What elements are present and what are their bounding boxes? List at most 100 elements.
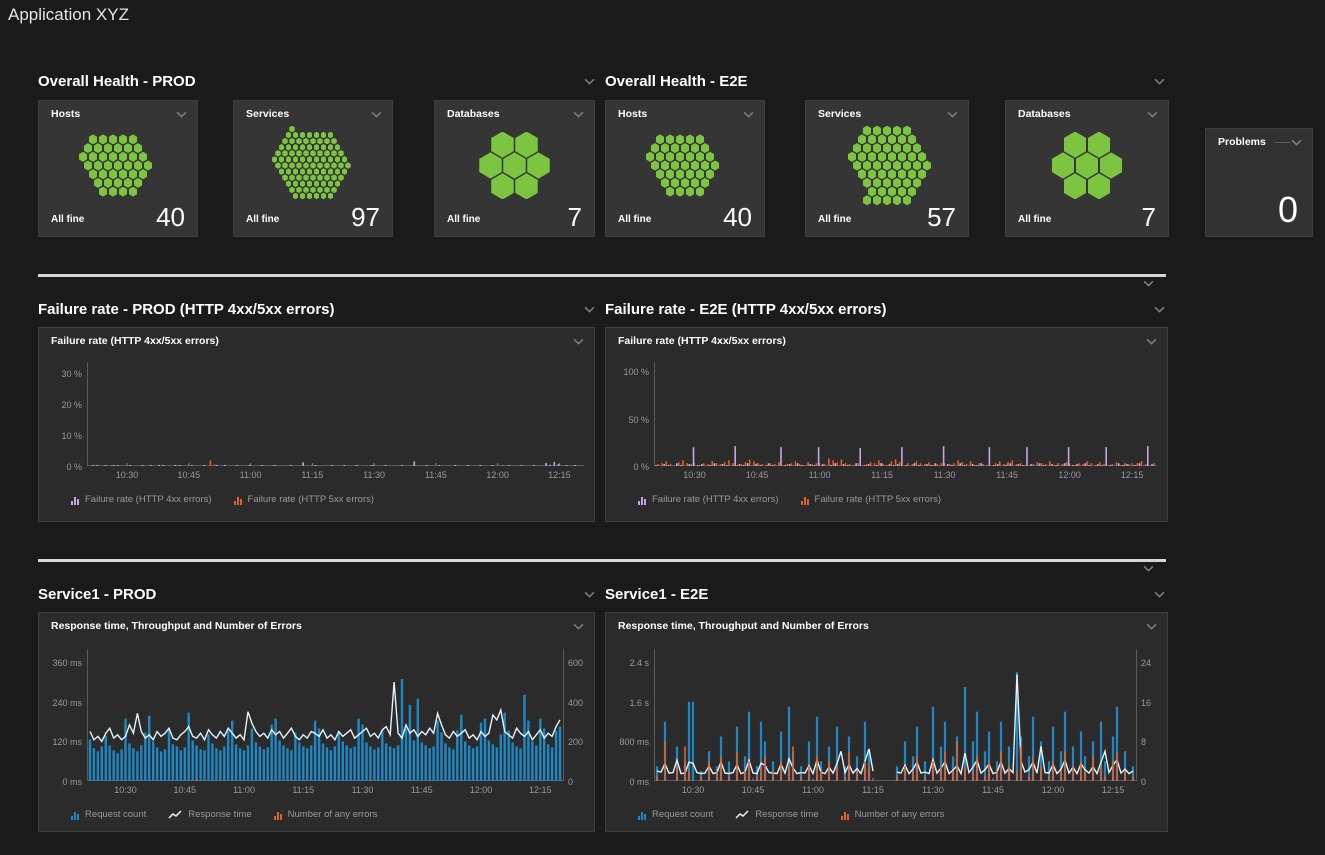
- section-header-failure-prod: Failure rate - PROD (HTTP 4xx/5xx errors…: [38, 299, 595, 319]
- hexagon: [863, 160, 872, 170]
- tile-services-prod[interactable]: Services All fine 97: [233, 100, 393, 237]
- chevron-down-icon[interactable]: [1143, 280, 1154, 287]
- hexagon: [109, 187, 118, 197]
- y-axis-label: 400: [568, 698, 583, 708]
- hexagon: [331, 138, 337, 145]
- hexagon: [898, 134, 907, 144]
- chevron-down-icon[interactable]: [1154, 591, 1165, 598]
- hexagon: [310, 162, 316, 169]
- y-axis-label: 24: [1141, 658, 1151, 668]
- bars-icon: [841, 810, 849, 820]
- hexagon: [863, 143, 872, 153]
- tile-hosts-prod[interactable]: Hosts All fine 40: [38, 100, 198, 237]
- hexagon: [124, 143, 133, 153]
- hexagon: [114, 178, 123, 188]
- section-title: Failure rate - E2E (HTTP 4xx/5xx errors): [605, 301, 887, 318]
- hexagon: [908, 134, 917, 144]
- hexagon: [873, 160, 882, 170]
- chevron-down-icon[interactable]: [1291, 139, 1302, 146]
- hexagon: [307, 193, 313, 200]
- chevron-down-icon[interactable]: [584, 591, 595, 598]
- legend-label: Number of any errors: [855, 809, 945, 820]
- hexagon: [893, 126, 902, 136]
- hexagon: [286, 132, 292, 139]
- hexagon: [289, 187, 295, 194]
- chart-tile-failure-e2e[interactable]: Failure rate (HTTP 4xx/5xx errors) 100 %…: [605, 327, 1168, 522]
- hexagon: [903, 143, 912, 153]
- x-axis: 10:3010:4511:0011:1511:3011:4512:0012:15: [39, 785, 594, 799]
- tile-title: Services: [818, 108, 861, 120]
- hexagon: [314, 156, 320, 163]
- hexagon: [293, 144, 299, 151]
- status-label: All fine: [447, 214, 480, 230]
- hexagon: [314, 132, 320, 139]
- x-axis-label: 11:45: [416, 470, 456, 480]
- hexagon: [124, 178, 133, 188]
- section-title: Overall Health - PROD: [38, 73, 196, 90]
- chevron-down-icon[interactable]: [573, 111, 584, 118]
- chevron-down-icon[interactable]: [1143, 565, 1154, 572]
- hexagon: [296, 162, 302, 169]
- hexagon: [863, 178, 872, 188]
- chevron-down-icon[interactable]: [573, 623, 584, 630]
- tile-hosts-e2e[interactable]: Hosts All fine 40: [605, 100, 765, 237]
- hexagon: [321, 168, 327, 175]
- hexagon: [666, 169, 675, 179]
- section-header-overall-health-prod: Overall Health - PROD: [38, 71, 595, 91]
- chevron-down-icon[interactable]: [1154, 306, 1165, 313]
- hexagon: [1064, 132, 1087, 158]
- hexagon: [515, 173, 538, 199]
- honeycomb: [447, 125, 582, 206]
- chart-tile-service1-prod[interactable]: Response time, Throughput and Number of …: [38, 612, 595, 832]
- hexagon: [279, 156, 285, 163]
- entity-count: 57: [927, 204, 956, 230]
- y-axis-label: 30 %: [61, 369, 82, 379]
- hexagon: [868, 152, 877, 162]
- entity-count: 40: [156, 204, 185, 230]
- chevron-down-icon[interactable]: [584, 78, 595, 85]
- tile-title: Services: [246, 108, 289, 120]
- chevron-down-icon[interactable]: [743, 111, 754, 118]
- hexagon: [1100, 152, 1123, 178]
- hexagon: [711, 160, 720, 170]
- tile-databases-prod[interactable]: Databases All fine 7: [434, 100, 595, 237]
- chevron-down-icon[interactable]: [573, 338, 584, 345]
- hexagon: [671, 178, 680, 188]
- chevron-down-icon[interactable]: [584, 306, 595, 313]
- chevron-down-icon[interactable]: [1147, 111, 1158, 118]
- tile-services-e2e[interactable]: Services All fine 57: [805, 100, 969, 237]
- hexagon: [286, 168, 292, 175]
- hexagon: [671, 160, 680, 170]
- plot-area: [654, 649, 1137, 781]
- chevron-down-icon[interactable]: [371, 111, 382, 118]
- tile-databases-e2e[interactable]: Databases All fine 7: [1005, 100, 1169, 237]
- x-axis-label: 11:15: [862, 470, 902, 480]
- x-axis-label: 10:30: [106, 785, 146, 795]
- chevron-down-icon[interactable]: [1146, 338, 1157, 345]
- line-icon: [735, 810, 749, 820]
- section-title: Failure rate - PROD (HTTP 4xx/5xx errors…: [38, 301, 335, 318]
- tile-problems[interactable]: Problems 0: [1205, 128, 1313, 237]
- y-axis-label: 200: [568, 737, 583, 747]
- chevron-down-icon[interactable]: [1154, 78, 1165, 85]
- x-axis-label: 10:45: [737, 470, 777, 480]
- section-divider: [38, 559, 1166, 562]
- chart-legend: Failure rate (HTTP 4xx errors)Failure ra…: [71, 494, 584, 505]
- chevron-down-icon[interactable]: [176, 111, 187, 118]
- chevron-down-icon[interactable]: [947, 111, 958, 118]
- hexagon: [661, 178, 670, 188]
- hexagon: [868, 187, 877, 197]
- chart-tile-service1-e2e[interactable]: Response time, Throughput and Number of …: [605, 612, 1168, 832]
- hexagon: [696, 152, 705, 162]
- y-axis-label: 16: [1141, 698, 1151, 708]
- honeycomb: [1018, 125, 1156, 206]
- hexagon: [883, 160, 892, 170]
- status-label: All fine: [818, 214, 851, 230]
- x-axis-label: 11:30: [925, 470, 965, 480]
- hexagon: [321, 144, 327, 151]
- chart-tile-failure-prod[interactable]: Failure rate (HTTP 4xx/5xx errors) 30 %2…: [38, 327, 595, 522]
- hexagon: [893, 143, 902, 153]
- legend-item: Failure rate (HTTP 5xx errors): [234, 494, 375, 505]
- hexagon: [296, 150, 302, 157]
- chevron-down-icon[interactable]: [1146, 623, 1157, 630]
